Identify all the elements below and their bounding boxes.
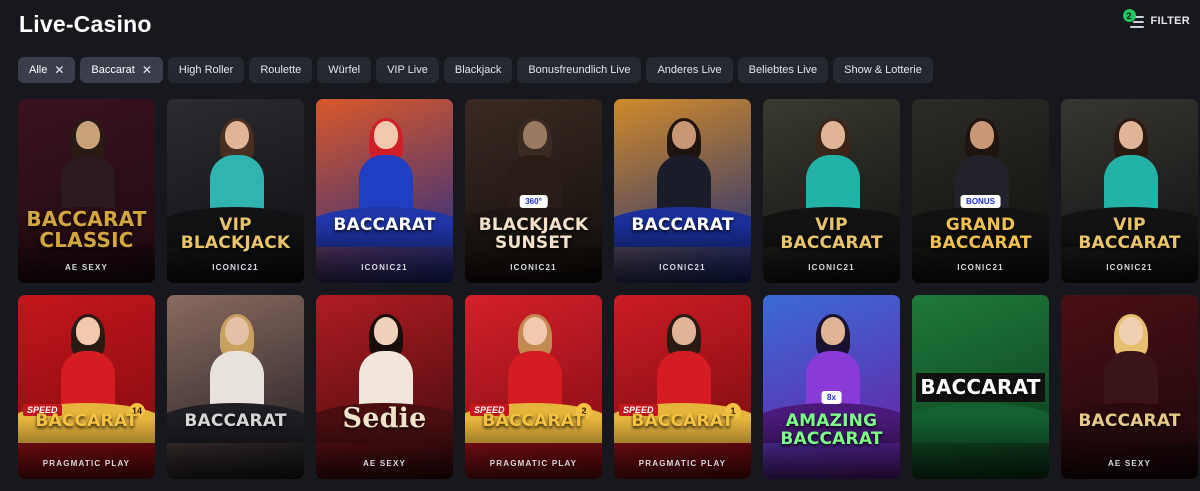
game-provider: PRAGMATIC PLAY [42,459,131,468]
filter-chip-würfel[interactable]: Würfel [317,57,372,83]
filter-chip-high-roller[interactable]: High Roller [167,57,245,83]
game-name: BACCARAT [916,373,1045,402]
game-name: BLACKJACK Sunset [478,215,589,253]
game-provider: AE SEXY [64,263,109,272]
chip-label: High Roller [178,64,234,76]
game-provider: ICONIC21 [510,263,557,272]
game-badge: BONUS [960,195,1001,208]
chip-label: VIP Live [387,64,428,76]
game-name: VIP BLACKJACK [180,215,291,253]
filter-chip-anderes-live[interactable]: Anderes Live [646,57,733,83]
filter-chip-blackjack[interactable]: Blackjack [443,57,513,83]
chip-label: Blackjack [454,64,502,76]
filter-icon: 2 [1122,9,1145,28]
game-name: BACCARAT [35,411,138,431]
game-grid: BACCARAT CLASSIC AE SEXY VIP BLACKJACK ICON… [18,99,1198,479]
game-provider: AE SEXY [362,459,407,468]
game-name: BACCARAT [1078,411,1181,431]
filter-chip-alle[interactable]: Alle ✕ [18,57,76,83]
game-badge: 8x [821,391,842,404]
game-provider: ICONIC21 [1106,263,1153,272]
chip-label: Beliebtes Live [748,64,818,76]
close-icon[interactable]: ✕ [54,63,64,77]
game-name: VIP BACCARAT [780,215,883,253]
game-tile[interactable]: BACCARAT [167,295,304,479]
game-name: BACCARAT [631,215,734,235]
filter-chip-baccarat[interactable]: Baccarat ✕ [80,57,163,83]
game-provider: AE SEXY [1107,459,1152,468]
game-name: BACCARAT [482,411,585,431]
game-tile[interactable]: BACCARAT CLASSIC AE SEXY [18,99,155,283]
category-chips: Alle ✕ Baccarat ✕ High Roller Roulette Würfel V… [18,57,933,83]
filter-count-badge: 2 [1122,9,1136,22]
game-name: BACCARAT CLASSIC [26,207,147,252]
game-provider: ICONIC21 [659,263,706,272]
game-name: VIP BACCARAT [1078,215,1181,253]
game-tile[interactable]: SPEED 1 BACCARAT PRAGMATIC PLAY [614,295,751,479]
filter-chip-roulette[interactable]: Roulette [249,57,313,83]
chip-label: Show & Lotterie [844,64,922,76]
game-tile[interactable]: 8x AMAZING BACCARAT [763,295,900,479]
game-tile[interactable]: BACCARAT [912,295,1049,479]
game-name: Sedie [342,403,427,434]
chip-label: Baccarat [91,64,135,76]
close-icon[interactable]: ✕ [142,63,152,77]
filter-chip-show-lotterie[interactable]: Show & Lotterie [833,57,933,83]
game-provider: ICONIC21 [808,263,855,272]
game-tile[interactable]: VIP BLACKJACK ICONIC21 [167,99,304,283]
game-tile[interactable]: BACCARAT AE SEXY [1061,295,1198,479]
game-name: AMAZING BACCARAT [780,411,883,449]
game-tile[interactable]: SPEED 2 BACCARAT PRAGMATIC PLAY [465,295,602,479]
game-tile[interactable]: VIP BACCARAT ICONIC21 [763,99,900,283]
game-name: BACCARAT [631,411,734,431]
game-provider: ICONIC21 [957,263,1004,272]
game-name: GRAND BACCARAT [929,215,1032,253]
game-tile[interactable]: 360° BLACKJACK Sunset ICONIC21 [465,99,602,283]
chip-label: Anderes Live [657,64,722,76]
game-provider: ICONIC21 [212,263,259,272]
filter-chip-beliebtes-live[interactable]: Beliebtes Live [737,57,829,83]
game-provider: PRAGMATIC PLAY [489,459,578,468]
filter-button[interactable]: 2 FILTER [1122,9,1190,28]
game-name: BACCARAT [333,215,436,235]
filter-chip-vip-live[interactable]: VIP Live [376,57,439,83]
filter-label: FILTER [1150,15,1190,27]
game-provider: PRAGMATIC PLAY [638,459,727,468]
game-name: BACCARAT [184,411,287,431]
game-tile[interactable]: BACCARAT ICONIC21 [316,99,453,283]
game-tile[interactable]: VIP BACCARAT ICONIC21 [1061,99,1198,283]
chip-label: Roulette [260,64,302,76]
chip-label: Bonusfreundlich Live [528,64,631,76]
chip-label: Würfel [328,64,361,76]
game-tile[interactable]: BONUS GRAND BACCARAT ICONIC21 [912,99,1049,283]
game-tile[interactable]: BACCARAT ICONIC21 [614,99,751,283]
page-title: Live-Casino [19,11,152,37]
chip-label: Alle [29,64,48,76]
game-provider: ICONIC21 [361,263,408,272]
game-badge: 360° [519,195,548,208]
game-tile[interactable]: SPEED 14 BACCARAT PRAGMATIC PLAY [18,295,155,479]
filter-chip-bonusfreundlich-live[interactable]: Bonusfreundlich Live [517,57,642,83]
game-tile[interactable]: Sedie AE SEXY [316,295,453,479]
